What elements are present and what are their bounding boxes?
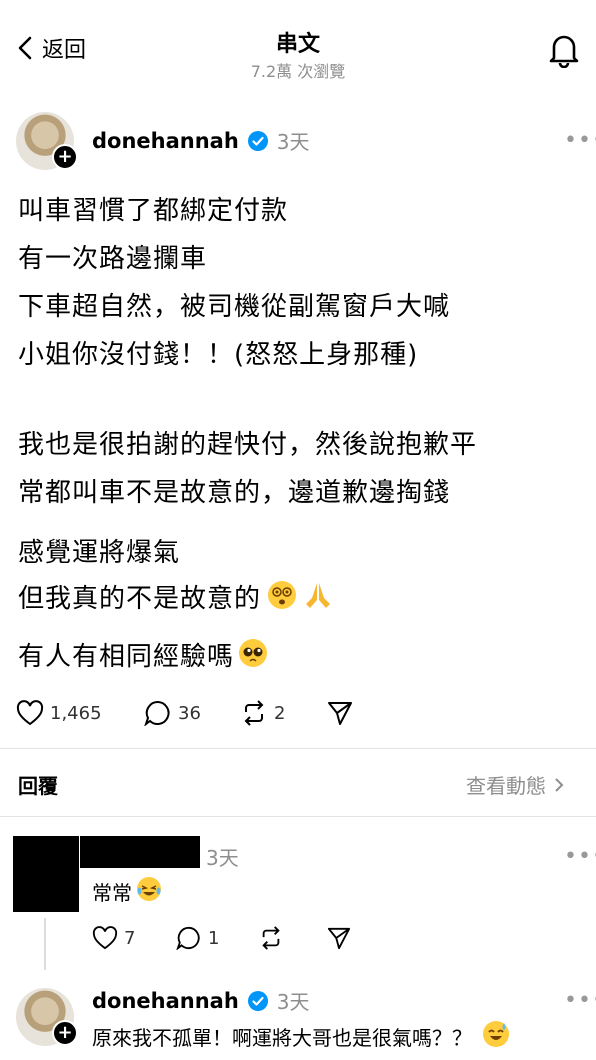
view-count: 7.2萬 次瀏覽 (250, 62, 346, 81)
follow-plus-icon[interactable]: + (52, 144, 78, 170)
post-line: 叫車習慣了都綁定付款 (18, 196, 289, 226)
post-time: 3天 (276, 130, 310, 154)
reply-time: 3天 (206, 846, 239, 870)
follow-plus-icon[interactable]: + (52, 1020, 78, 1046)
like-button[interactable]: 1,465 (16, 700, 102, 726)
more-icon[interactable]: ••• (564, 844, 596, 869)
reply-like-button[interactable]: 7 (92, 926, 135, 950)
post-line: 但我真的不是故意的 (18, 584, 262, 614)
reply-comment-button[interactable]: 1 (176, 926, 219, 950)
divider (0, 816, 596, 817)
heart-icon (16, 700, 44, 726)
chevron-right-icon (554, 777, 564, 793)
post-line: 有一次路邊攔車 (18, 244, 208, 274)
reply-time: 3天 (276, 990, 310, 1014)
post-author: donehannah 3天 (92, 126, 310, 155)
replies-label: 回覆 (18, 774, 58, 798)
repost-icon (240, 700, 268, 726)
more-icon[interactable]: ••• (564, 988, 596, 1013)
comment-count: 36 (178, 702, 201, 724)
post-line: 有人有相同經驗嗎 (18, 642, 235, 672)
heart-icon (92, 926, 118, 950)
repost-icon (258, 926, 284, 950)
post-line: 感覺運將爆氣 (18, 538, 181, 568)
reply-comment-count: 1 (208, 927, 220, 949)
reply-like-count: 7 (124, 927, 136, 949)
activity-link[interactable]: 查看動態 (466, 770, 564, 799)
reply-share-button[interactable] (326, 926, 352, 950)
comment-button[interactable]: 36 (144, 700, 201, 726)
post-line: 小姐你沒付錢！！(怒怒上身那種) (18, 340, 419, 370)
dizzy-face-emoji (267, 580, 297, 614)
post-line-with-emoji: 有人有相同經驗嗎 (18, 636, 268, 673)
reply-author: donehannah 3天 (92, 986, 310, 1015)
activity-link-label: 查看動態 (466, 774, 546, 798)
comment-icon (144, 700, 172, 726)
page-title: 串文 (275, 32, 320, 57)
sweat-smile-emoji (482, 1020, 510, 1053)
username[interactable]: donehannah (92, 129, 239, 153)
praying-hands-emoji (303, 580, 333, 614)
share-icon (326, 926, 352, 950)
redacted-username (80, 836, 200, 868)
post-line: 我也是很拍謝的趕快付，然後說抱歉平 (18, 430, 478, 460)
share-icon (326, 700, 354, 726)
reply-repost-button[interactable] (258, 926, 284, 950)
bell-icon[interactable] (548, 32, 580, 68)
verified-icon (247, 990, 269, 1012)
reply-text: 常常 (92, 876, 162, 907)
share-button[interactable] (326, 700, 354, 726)
divider (0, 748, 596, 749)
repost-button[interactable]: 2 (240, 700, 285, 726)
reply-text-content: 常常 (92, 881, 132, 905)
reply-text-content: 原來我不孤單！啊運將大哥也是很氣嗎？？ (92, 1026, 472, 1050)
post-line: 下車超自然，被司機從副駕窗戶大喊 (18, 292, 451, 322)
username[interactable]: donehannah (92, 989, 239, 1013)
pleading-face-emoji (238, 638, 268, 672)
redacted-avatar (13, 836, 79, 912)
thread-line (44, 918, 46, 970)
verified-icon (247, 130, 269, 152)
repost-count: 2 (274, 702, 286, 724)
comment-icon (176, 926, 202, 950)
post-line: 常都叫車不是故意的，邊道歉邊掏錢 (18, 478, 451, 508)
laughing-tears-emoji (136, 876, 162, 907)
reply-text: 原來我不孤單！啊運將大哥也是很氣嗎？？ (92, 1020, 510, 1053)
post-line-with-emoji: 但我真的不是故意的 (18, 578, 333, 615)
more-icon[interactable]: ••• (564, 128, 596, 153)
like-count: 1,465 (50, 702, 102, 724)
